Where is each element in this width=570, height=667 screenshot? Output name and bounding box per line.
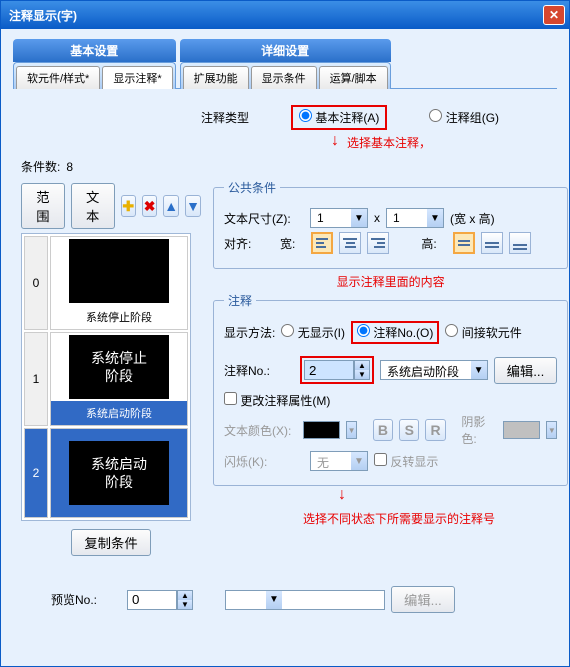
tab-basic[interactable]: 基本设置 [13,39,176,62]
preview-label: 预览No.: [51,591,121,608]
align-left-icon[interactable] [311,232,333,254]
copy-cond-button[interactable]: 复制条件 [71,529,150,556]
range-button[interactable]: 范围 [21,183,65,229]
radio-group-anno[interactable]: 注释组(G) [429,109,499,126]
add-icon[interactable]: ✚ [121,195,136,217]
tab-show-anno[interactable]: 显示注释* [102,66,172,89]
note-select-basic: 选择基本注释， [347,134,431,151]
s-icon[interactable]: S [399,419,419,441]
valign-top-icon[interactable] [453,232,475,254]
tab-strip: 基本设置 软元件/样式* 显示注释* 详细设置 扩展功能 显示条件 运算/脚本 [13,39,557,89]
close-icon[interactable]: ✕ [543,5,565,25]
condition-table: 0 系统停止阶段 1 系统停止 阶段系统启动阶段 2 系统启动 阶段 [21,233,191,521]
r-icon[interactable]: R [425,419,445,441]
cond-count-value: 8 [66,160,73,174]
tab-cond[interactable]: 显示条件 [251,66,317,89]
preview-edit-button[interactable]: 编辑... [391,586,455,613]
arrow-icon: ↓ [331,132,339,150]
radio-basic-anno[interactable]: 基本注释(A) [291,105,387,130]
edit-button[interactable]: 编辑... [494,357,558,384]
reverse-check[interactable]: 反转显示 [374,453,438,470]
cond-count-label: 条件数: [21,158,60,175]
tab-calc[interactable]: 运算/脚本 [319,66,388,89]
title-text: 注释显示(字) [9,7,77,24]
radio-group-input[interactable] [429,109,442,122]
radio-none[interactable]: 无显示(I) [281,324,345,341]
note-select-num: 选择不同状态下所需要显示的注释号 [303,510,495,527]
blink-combo[interactable]: 无▼ [310,451,368,471]
change-prop-check[interactable]: 更改注释属性(M) [224,392,330,409]
common-fieldset: 公共条件 文本尺寸(Z): 1▼ x 1▼ (宽 x 高) 对齐: 宽: [213,179,568,269]
radio-basic-input[interactable] [299,109,312,122]
down-icon[interactable]: ▼ [185,195,201,217]
bold-icon[interactable]: B [373,419,393,441]
text-button[interactable]: 文本 [71,183,115,229]
note-content: 显示注释里面的内容 [213,273,568,290]
anno-combo[interactable]: 系统启动阶段▼ [380,360,488,380]
arrow-icon: ↓ [338,486,346,504]
tab-device-style[interactable]: 软元件/样式* [16,66,100,89]
height-combo[interactable]: 1▼ [386,208,444,228]
align-center-icon[interactable] [339,232,361,254]
anno-no-spinner[interactable]: ▲▼ [304,360,370,380]
tab-ext[interactable]: 扩展功能 [183,66,249,89]
radio-indirect[interactable]: 间接软元件 [445,324,521,341]
up-icon[interactable]: ▲ [163,195,179,217]
radio-by-no[interactable]: 注释No.(O) [351,321,439,344]
valign-mid-icon[interactable] [481,232,503,254]
anno-type-label: 注释类型 [201,109,249,126]
textcolor-swatch[interactable] [303,421,340,439]
titlebar: 注释显示(字) ✕ [1,1,569,29]
align-right-icon[interactable] [367,232,389,254]
width-combo[interactable]: 1▼ [310,208,368,228]
anno-fieldset: 注释 显示方法: 无显示(I) 注释No.(O) 间接软元件 注释No.: [213,292,568,486]
delete-icon[interactable]: ✖ [142,195,157,217]
valign-bot-icon[interactable] [509,232,531,254]
table-row[interactable]: 1 系统停止 阶段系统启动阶段 [24,332,188,426]
preview-spinner[interactable]: ▲▼ [127,590,193,610]
table-row[interactable]: 2 系统启动 阶段 [24,428,188,518]
tab-detail[interactable]: 详细设置 [180,39,391,62]
preview-combo[interactable]: ▼ [225,590,385,610]
shadow-swatch[interactable] [503,421,540,439]
table-row[interactable]: 0 系统停止阶段 [24,236,188,330]
